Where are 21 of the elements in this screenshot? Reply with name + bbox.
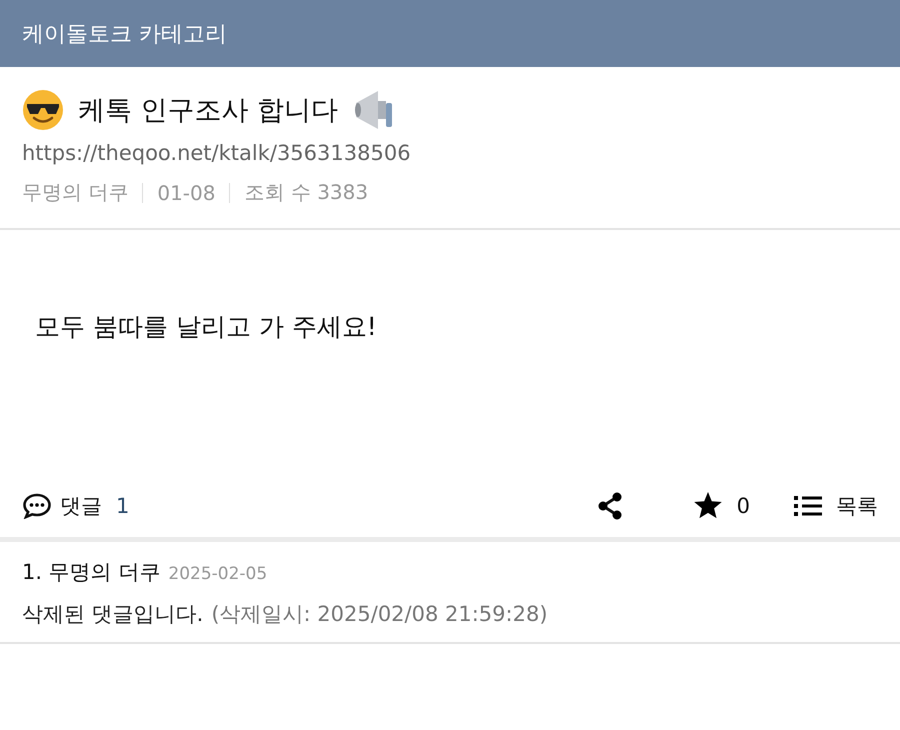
author-name: 무명의 더쿠 — [22, 179, 128, 206]
star-icon — [692, 492, 723, 520]
speech-bubble-icon — [22, 493, 52, 519]
deletion-note: (삭제일시: 2025/02/08 21:59:28) — [211, 601, 548, 628]
comment-author: 1. 무명의 더쿠 — [22, 559, 160, 586]
comment-text: 삭제된 댓글입니다. — [22, 601, 204, 628]
star-button[interactable]: 0 — [692, 492, 750, 520]
post-body: 모두 붐따를 날리고 가 주세요! — [35, 312, 377, 341]
share-icon — [596, 492, 623, 520]
view-count: 조회 수 3383 — [244, 179, 368, 206]
sunglasses-smiley-icon — [22, 89, 64, 131]
comment-date: 2025-02-05 — [168, 564, 268, 584]
post-date: 01-08 — [157, 180, 216, 204]
comments-button[interactable]: 댓글 1 — [22, 492, 130, 520]
comment-count: 1 — [116, 494, 130, 518]
share-button[interactable] — [596, 492, 623, 520]
list-button[interactable]: 목록 — [794, 492, 878, 520]
category-title: 케이돌토크 카테고리 — [22, 20, 227, 48]
list-icon — [794, 495, 822, 517]
post-url[interactable]: https://theqoo.net/ktalk/3563138506 — [22, 141, 878, 165]
post-title: 케톡 인구조사 합니다 — [78, 94, 338, 128]
